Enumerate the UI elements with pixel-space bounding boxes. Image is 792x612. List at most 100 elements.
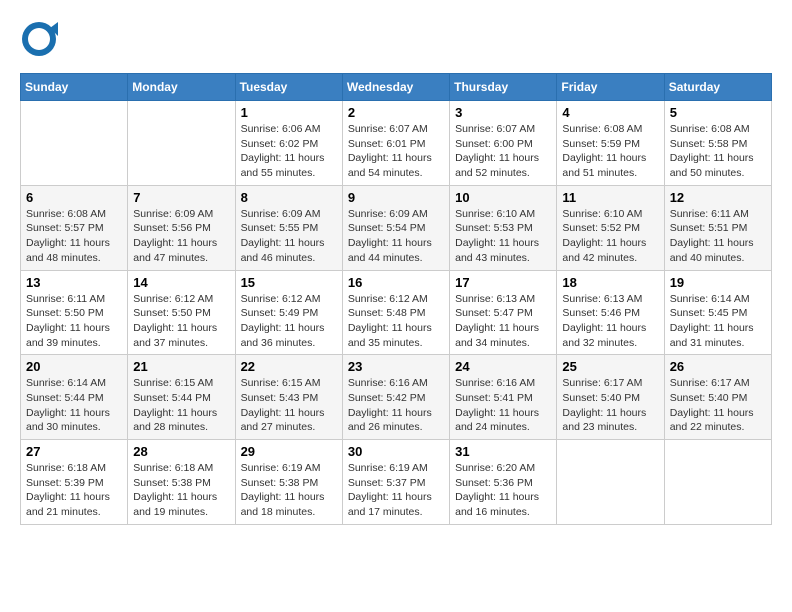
day-number: 26: [670, 359, 766, 374]
day-number: 9: [348, 190, 444, 205]
calendar-cell: 20 Sunrise: 6:14 AM Sunset: 5:44 PM Dayli…: [21, 355, 128, 440]
day-info: Sunrise: 6:14 AM Sunset: 5:45 PM Dayligh…: [670, 292, 766, 351]
page-header: [20, 20, 772, 63]
day-info: Sunrise: 6:09 AM Sunset: 5:54 PM Dayligh…: [348, 207, 444, 266]
calendar-week-row: 13 Sunrise: 6:11 AM Sunset: 5:50 PM Dayli…: [21, 270, 772, 355]
calendar-cell: 24 Sunrise: 6:16 AM Sunset: 5:41 PM Dayli…: [450, 355, 557, 440]
day-info: Sunrise: 6:09 AM Sunset: 5:56 PM Dayligh…: [133, 207, 229, 266]
day-number: 14: [133, 275, 229, 290]
day-info: Sunrise: 6:19 AM Sunset: 5:37 PM Dayligh…: [348, 461, 444, 520]
calendar-cell: 29Sunrise: 6:19 AM Sunset: 5:38 PM Dayli…: [235, 440, 342, 525]
calendar-cell: [21, 101, 128, 186]
day-number: 31: [455, 444, 551, 459]
day-number: 24: [455, 359, 551, 374]
calendar-cell: 28 Sunrise: 6:18 AM Sunset: 5:38 PM Dayli…: [128, 440, 235, 525]
calendar-week-row: 1 Sunrise: 6:06 AM Sunset: 6:02 PM Daylig…: [21, 101, 772, 186]
calendar-cell: 26 Sunrise: 6:17 AM Sunset: 5:40 PM Dayli…: [664, 355, 771, 440]
weekday-header-saturday: Saturday: [664, 74, 771, 101]
calendar-cell: 11 Sunrise: 6:10 AM Sunset: 5:52 PM Dayli…: [557, 185, 664, 270]
calendar-cell: 23Sunrise: 6:16 AM Sunset: 5:42 PM Dayli…: [342, 355, 449, 440]
calendar-table: SundayMondayTuesdayWednesdayThursdayFrid…: [20, 73, 772, 525]
calendar-cell: 3Sunrise: 6:07 AM Sunset: 6:00 PM Daylig…: [450, 101, 557, 186]
calendar-cell: 15 Sunrise: 6:12 AM Sunset: 5:49 PM Dayli…: [235, 270, 342, 355]
day-number: 6: [26, 190, 122, 205]
calendar-cell: 27 Sunrise: 6:18 AM Sunset: 5:39 PM Dayli…: [21, 440, 128, 525]
day-number: 22: [241, 359, 337, 374]
day-info: Sunrise: 6:10 AM Sunset: 5:53 PM Dayligh…: [455, 207, 551, 266]
day-info: Sunrise: 6:11 AM Sunset: 5:50 PM Dayligh…: [26, 292, 122, 351]
day-number: 5: [670, 105, 766, 120]
calendar-cell: 19Sunrise: 6:14 AM Sunset: 5:45 PM Dayli…: [664, 270, 771, 355]
calendar-cell: 18 Sunrise: 6:13 AM Sunset: 5:46 PM Dayli…: [557, 270, 664, 355]
calendar-cell: 6 Sunrise: 6:08 AM Sunset: 5:57 PM Daylig…: [21, 185, 128, 270]
calendar-cell: 25 Sunrise: 6:17 AM Sunset: 5:40 PM Dayli…: [557, 355, 664, 440]
calendar-cell: 17 Sunrise: 6:13 AM Sunset: 5:47 PM Dayli…: [450, 270, 557, 355]
day-info: Sunrise: 6:06 AM Sunset: 6:02 PM Dayligh…: [241, 122, 337, 181]
day-number: 2: [348, 105, 444, 120]
day-info: Sunrise: 6:13 AM Sunset: 5:46 PM Dayligh…: [562, 292, 658, 351]
day-info: Sunrise: 6:16 AM Sunset: 5:42 PM Dayligh…: [348, 376, 444, 435]
day-number: 15: [241, 275, 337, 290]
day-number: 16: [348, 275, 444, 290]
calendar-cell: [557, 440, 664, 525]
calendar-cell: 30 Sunrise: 6:19 AM Sunset: 5:37 PM Dayli…: [342, 440, 449, 525]
day-info: Sunrise: 6:07 AM Sunset: 6:01 PM Dayligh…: [348, 122, 444, 181]
day-number: 17: [455, 275, 551, 290]
day-number: 28: [133, 444, 229, 459]
day-number: 1: [241, 105, 337, 120]
calendar-cell: [128, 101, 235, 186]
day-info: Sunrise: 6:12 AM Sunset: 5:49 PM Dayligh…: [241, 292, 337, 351]
day-info: Sunrise: 6:13 AM Sunset: 5:47 PM Dayligh…: [455, 292, 551, 351]
calendar-header-row: SundayMondayTuesdayWednesdayThursdayFrid…: [21, 74, 772, 101]
day-info: Sunrise: 6:17 AM Sunset: 5:40 PM Dayligh…: [562, 376, 658, 435]
calendar-cell: 22 Sunrise: 6:15 AM Sunset: 5:43 PM Dayli…: [235, 355, 342, 440]
day-number: 7: [133, 190, 229, 205]
day-info: Sunrise: 6:18 AM Sunset: 5:38 PM Dayligh…: [133, 461, 229, 520]
calendar-cell: 13 Sunrise: 6:11 AM Sunset: 5:50 PM Dayli…: [21, 270, 128, 355]
day-info: Sunrise: 6:10 AM Sunset: 5:52 PM Dayligh…: [562, 207, 658, 266]
logo: [20, 20, 60, 63]
day-number: 25: [562, 359, 658, 374]
calendar-cell: 31 Sunrise: 6:20 AM Sunset: 5:36 PM Dayli…: [450, 440, 557, 525]
day-info: Sunrise: 6:20 AM Sunset: 5:36 PM Dayligh…: [455, 461, 551, 520]
calendar-week-row: 27 Sunrise: 6:18 AM Sunset: 5:39 PM Dayli…: [21, 440, 772, 525]
calendar-cell: 10 Sunrise: 6:10 AM Sunset: 5:53 PM Dayli…: [450, 185, 557, 270]
day-info: Sunrise: 6:15 AM Sunset: 5:44 PM Dayligh…: [133, 376, 229, 435]
day-number: 11: [562, 190, 658, 205]
day-number: 13: [26, 275, 122, 290]
day-info: Sunrise: 6:07 AM Sunset: 6:00 PM Dayligh…: [455, 122, 551, 181]
day-info: Sunrise: 6:08 AM Sunset: 5:59 PM Dayligh…: [562, 122, 658, 181]
day-info: Sunrise: 6:17 AM Sunset: 5:40 PM Dayligh…: [670, 376, 766, 435]
calendar-cell: [664, 440, 771, 525]
day-number: 10: [455, 190, 551, 205]
calendar-cell: 7 Sunrise: 6:09 AM Sunset: 5:56 PM Daylig…: [128, 185, 235, 270]
day-number: 20: [26, 359, 122, 374]
calendar-cell: 16 Sunrise: 6:12 AM Sunset: 5:48 PM Dayli…: [342, 270, 449, 355]
calendar-cell: 21Sunrise: 6:15 AM Sunset: 5:44 PM Dayli…: [128, 355, 235, 440]
day-info: Sunrise: 6:16 AM Sunset: 5:41 PM Dayligh…: [455, 376, 551, 435]
day-info: Sunrise: 6:12 AM Sunset: 5:48 PM Dayligh…: [348, 292, 444, 351]
day-info: Sunrise: 6:14 AM Sunset: 5:44 PM Dayligh…: [26, 376, 122, 435]
calendar-cell: 14 Sunrise: 6:12 AM Sunset: 5:50 PM Dayli…: [128, 270, 235, 355]
calendar-cell: 2 Sunrise: 6:07 AM Sunset: 6:01 PM Daylig…: [342, 101, 449, 186]
calendar-week-row: 20 Sunrise: 6:14 AM Sunset: 5:44 PM Dayli…: [21, 355, 772, 440]
day-number: 8: [241, 190, 337, 205]
day-info: Sunrise: 6:08 AM Sunset: 5:58 PM Dayligh…: [670, 122, 766, 181]
calendar-week-row: 6 Sunrise: 6:08 AM Sunset: 5:57 PM Daylig…: [21, 185, 772, 270]
day-info: Sunrise: 6:15 AM Sunset: 5:43 PM Dayligh…: [241, 376, 337, 435]
day-number: 27: [26, 444, 122, 459]
day-number: 12: [670, 190, 766, 205]
day-info: Sunrise: 6:12 AM Sunset: 5:50 PM Dayligh…: [133, 292, 229, 351]
calendar-cell: 12 Sunrise: 6:11 AM Sunset: 5:51 PM Dayli…: [664, 185, 771, 270]
weekday-header-friday: Friday: [557, 74, 664, 101]
calendar-cell: 4Sunrise: 6:08 AM Sunset: 5:59 PM Daylig…: [557, 101, 664, 186]
weekday-header-tuesday: Tuesday: [235, 74, 342, 101]
day-number: 18: [562, 275, 658, 290]
day-info: Sunrise: 6:18 AM Sunset: 5:39 PM Dayligh…: [26, 461, 122, 520]
calendar-cell: 9 Sunrise: 6:09 AM Sunset: 5:54 PM Daylig…: [342, 185, 449, 270]
day-info: Sunrise: 6:11 AM Sunset: 5:51 PM Dayligh…: [670, 207, 766, 266]
weekday-header-wednesday: Wednesday: [342, 74, 449, 101]
day-info: Sunrise: 6:08 AM Sunset: 5:57 PM Dayligh…: [26, 207, 122, 266]
weekday-header-thursday: Thursday: [450, 74, 557, 101]
day-number: 30: [348, 444, 444, 459]
